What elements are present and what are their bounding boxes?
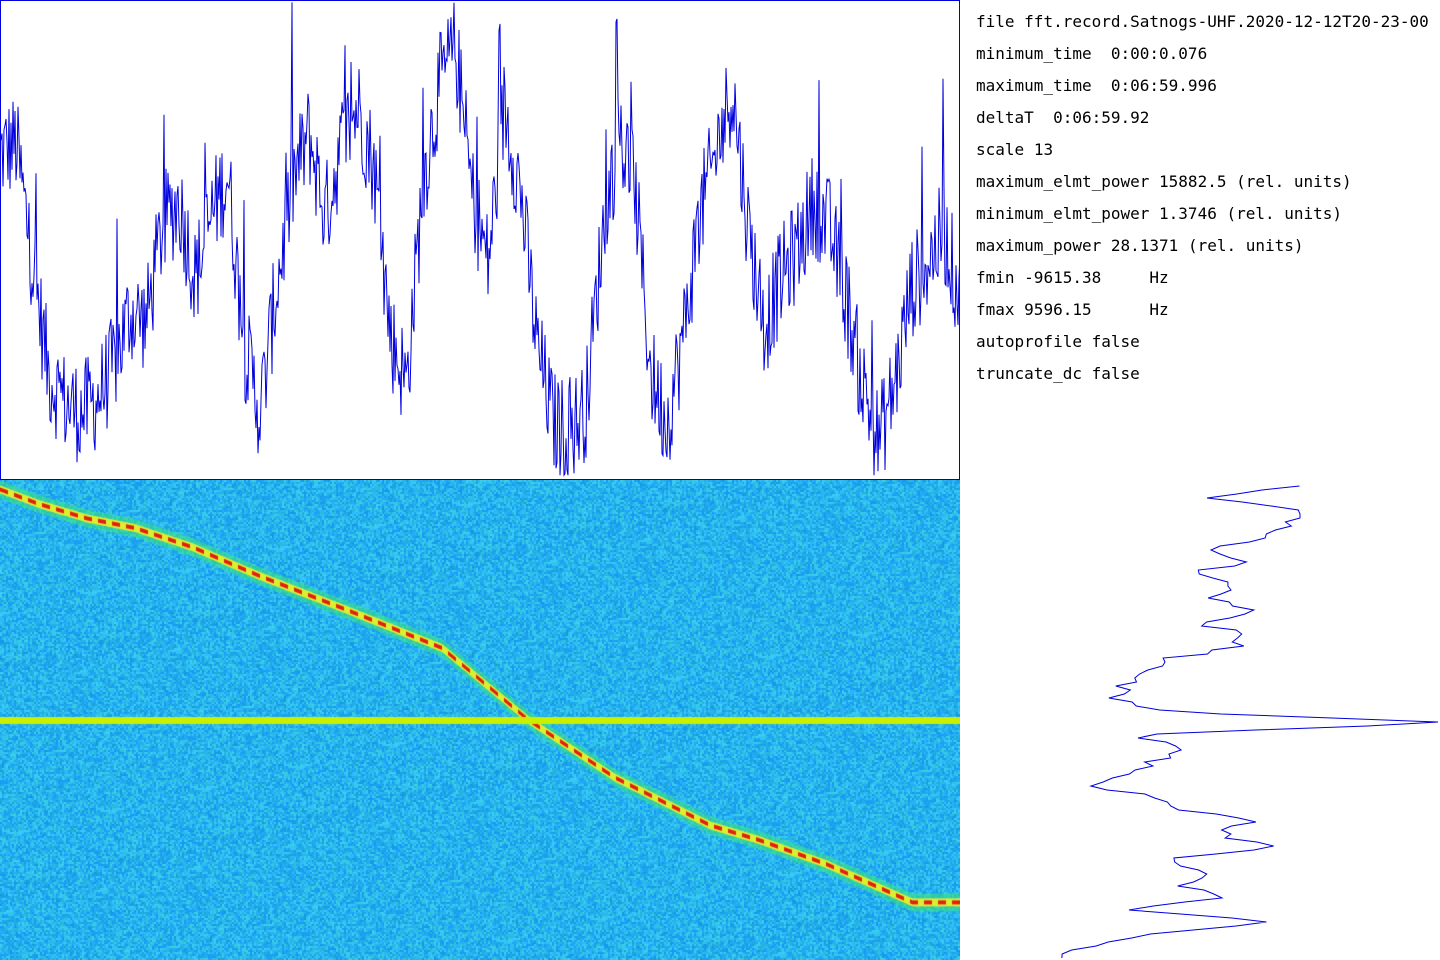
info-maximum-power: maximum_power 28.1371 (rel. units) — [976, 236, 1304, 255]
frequency-profile-plot — [1061, 485, 1439, 959]
info-fmin: fmin -9615.38 Hz — [976, 268, 1169, 287]
info-maximum-time: maximum_time 0:06:59.996 — [976, 76, 1217, 95]
info-scale: scale 13 — [976, 140, 1054, 159]
profile-power-trace — [1061, 485, 1439, 959]
info-truncate-dc: truncate_dc false — [976, 364, 1140, 383]
info-minimum-time: minimum_time 0:00:0.076 — [976, 44, 1208, 63]
info-maximum-elmt-power: maximum_elmt_power 15882.5 (rel. units) — [976, 172, 1352, 191]
spectrogram-waterfall — [0, 480, 960, 960]
info-delta-t: deltaT 0:06:59.92 — [976, 108, 1150, 127]
info-fmax: fmax 9596.15 Hz — [976, 300, 1169, 319]
time-series-plot — [0, 0, 960, 480]
info-autoprofile: autoprofile false — [976, 332, 1140, 351]
info-panel: file fft.record.Satnogs-UHF.2020-12-12T2… — [976, 10, 1440, 410]
info-file: file fft.record.Satnogs-UHF.2020-12-12T2… — [976, 12, 1429, 31]
info-minimum-elmt-power: minimum_elmt_power 1.3746 (rel. units) — [976, 204, 1343, 223]
